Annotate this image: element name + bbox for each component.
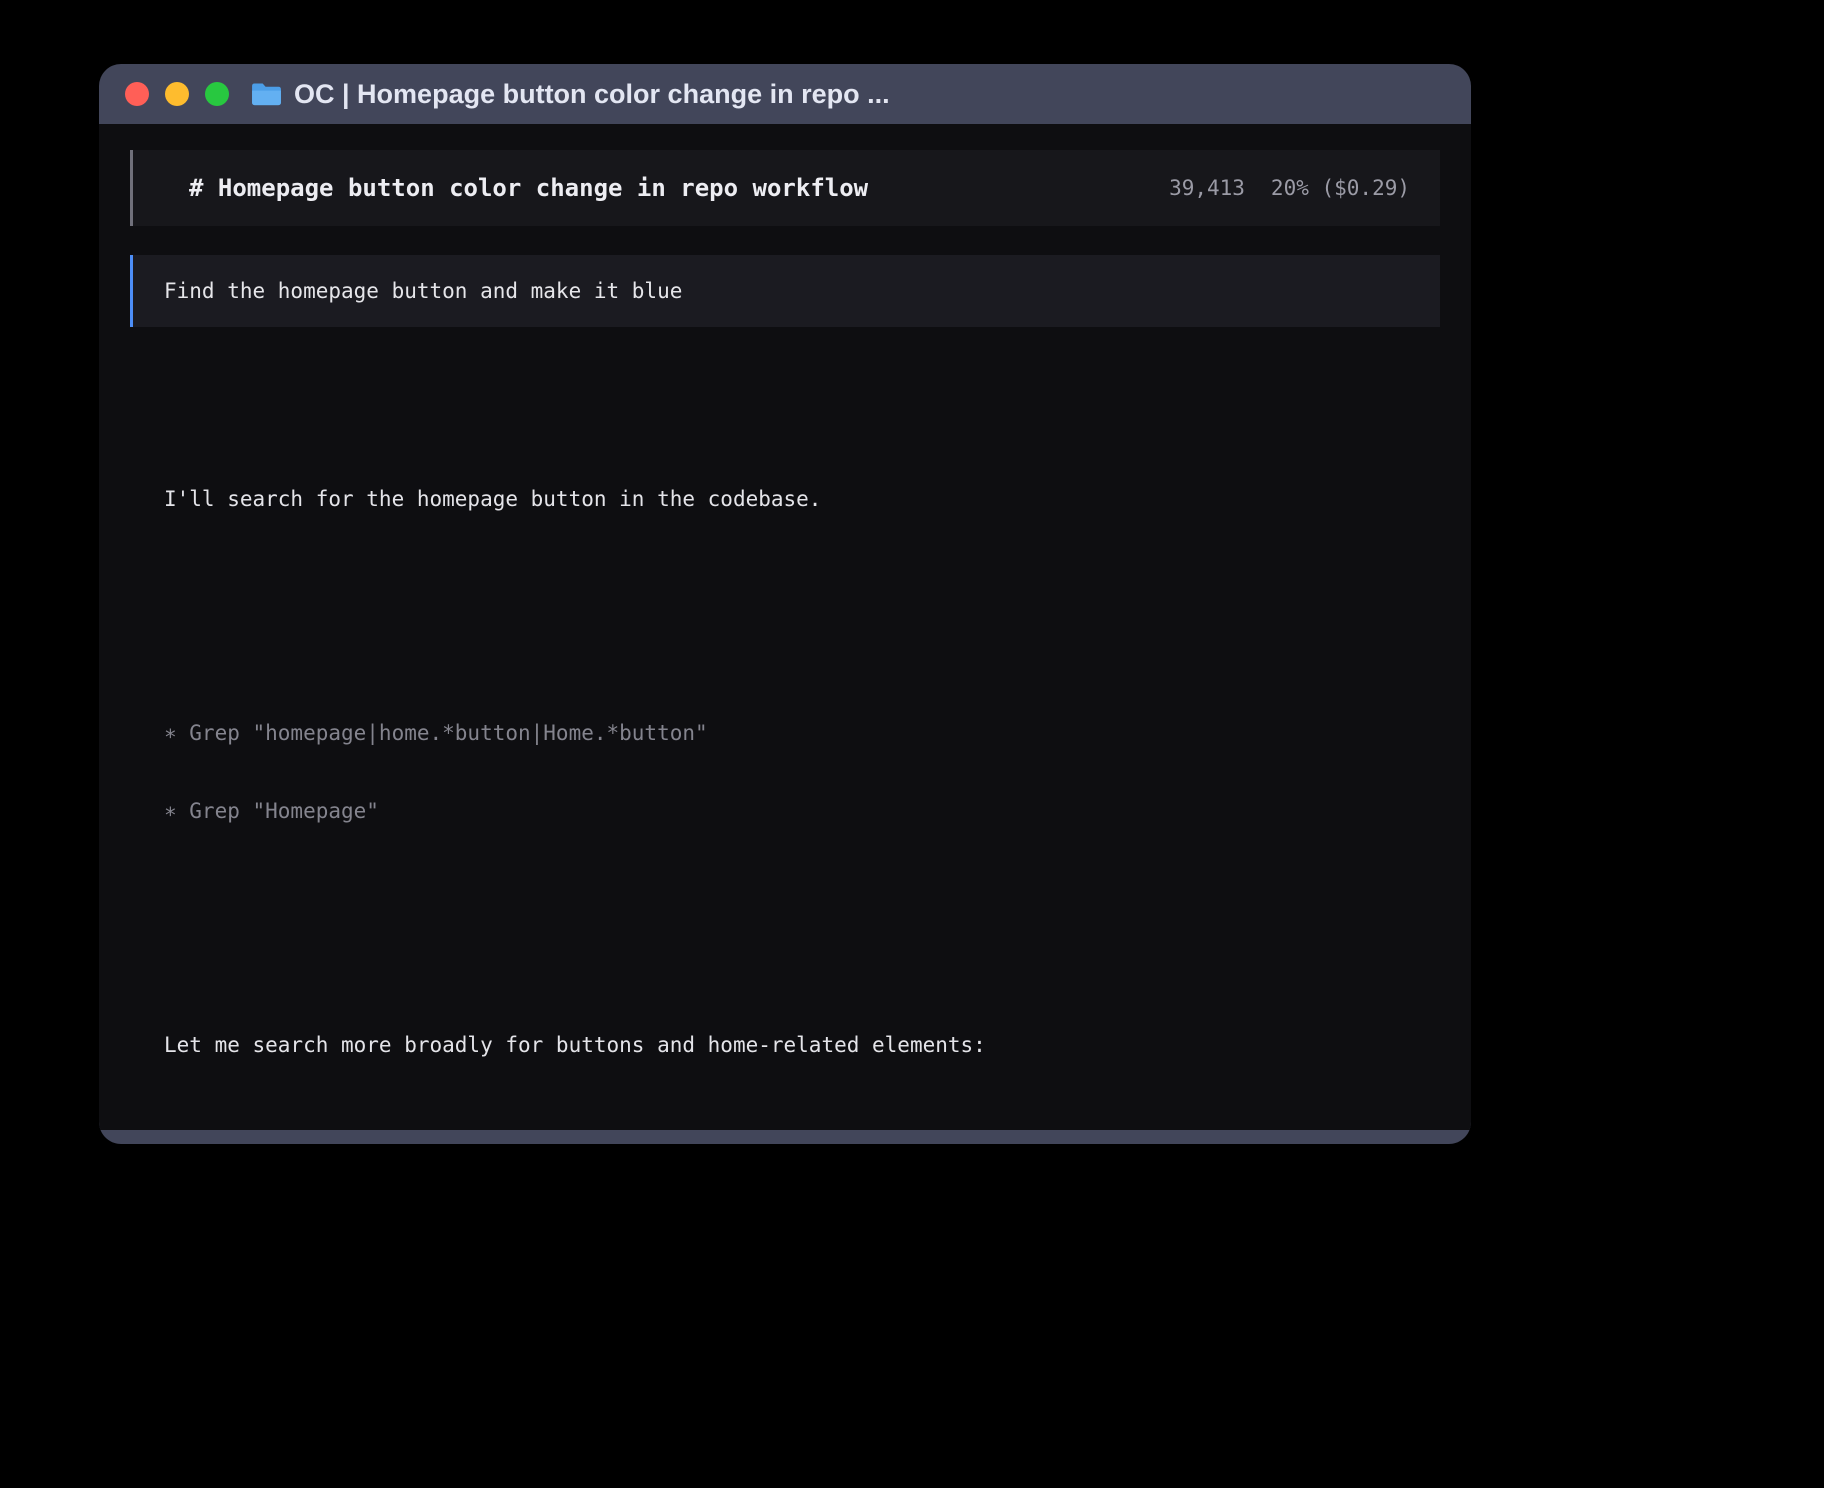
conversation: I'll search for the homepage button in t… xyxy=(164,356,1440,1130)
tool-call-grep: ∗ Grep "Homepage" xyxy=(164,798,1440,824)
user-message: Find the homepage button and make it blu… xyxy=(130,255,1440,327)
terminal-window: OC | Homepage button color change in rep… xyxy=(99,64,1471,1144)
token-count: 39,413 xyxy=(1169,176,1245,200)
folder-icon xyxy=(251,82,282,107)
minimize-button[interactable] xyxy=(165,82,189,106)
user-message-text: Find the homepage button and make it blu… xyxy=(164,279,682,303)
session-header: # Homepage button color change in repo w… xyxy=(130,150,1440,226)
traffic-lights xyxy=(125,82,229,106)
tool-call-group: ∗ Grep "homepage|home.*button|Home.*butt… xyxy=(164,668,1440,876)
context-usage: 20% ($0.29) xyxy=(1271,176,1410,200)
assistant-message: I'll search for the homepage button in t… xyxy=(164,434,1440,564)
session-title: # Homepage button color change in repo w… xyxy=(189,174,868,202)
terminal-content: # Homepage button color change in repo w… xyxy=(99,124,1471,1130)
assistant-message: Let me search more broadly for buttons a… xyxy=(164,980,1440,1110)
tool-call-grep: ∗ Grep "homepage|home.*button|Home.*butt… xyxy=(164,720,1440,746)
zoom-button[interactable] xyxy=(205,82,229,106)
window-titlebar[interactable]: OC | Homepage button color change in rep… xyxy=(99,64,1471,124)
assistant-text: I'll search for the homepage button in t… xyxy=(164,486,1440,512)
close-button[interactable] xyxy=(125,82,149,106)
assistant-text: Let me search more broadly for buttons a… xyxy=(164,1032,1440,1058)
window-title: OC | Homepage button color change in rep… xyxy=(294,79,890,110)
